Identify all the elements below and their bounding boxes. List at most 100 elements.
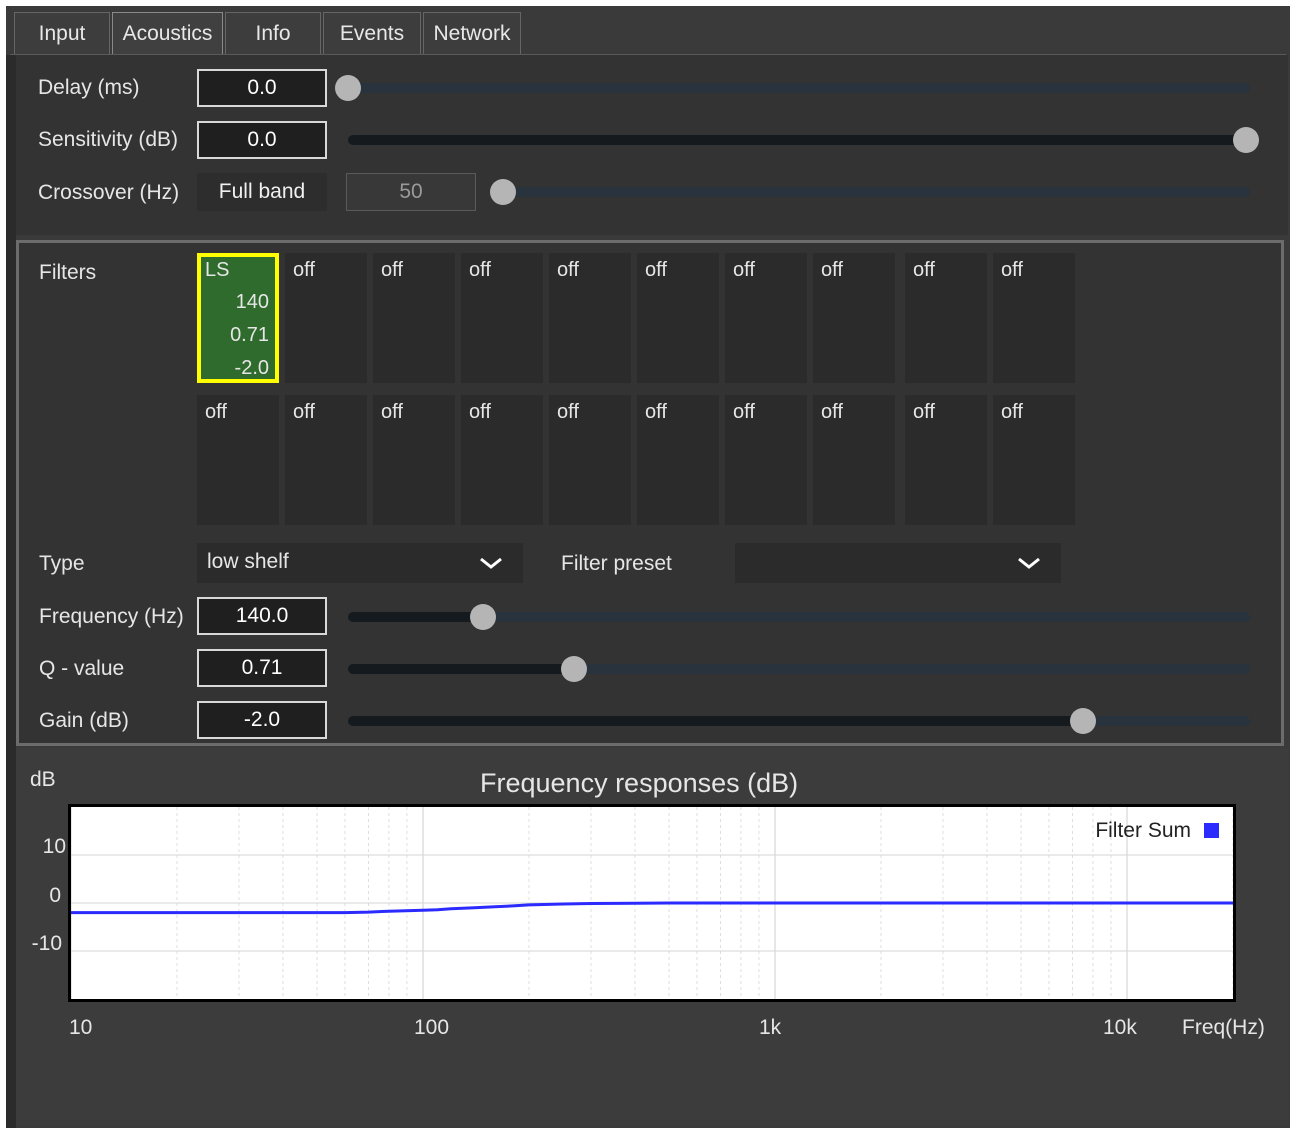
filter-slot-label: off bbox=[381, 401, 403, 423]
q-slider[interactable] bbox=[348, 656, 1250, 682]
delay-input[interactable]: 0.0 bbox=[197, 69, 327, 107]
filter-slot-off[interactable]: off bbox=[905, 253, 987, 383]
filter-slot-label: off bbox=[645, 259, 667, 281]
frequency-slider[interactable] bbox=[348, 604, 1250, 630]
filter-slot-label: off bbox=[821, 259, 843, 281]
delay-label: Delay (ms) bbox=[38, 76, 140, 99]
filter-slot-off[interactable]: off bbox=[197, 395, 279, 525]
gain-slider[interactable] bbox=[348, 708, 1250, 734]
filter-slot-label: off bbox=[733, 259, 755, 281]
sensitivity-slider-fill bbox=[348, 135, 1246, 145]
filter-slot-label: off bbox=[293, 401, 315, 423]
filter-slot-label: off bbox=[469, 401, 491, 423]
plot-area: Filter Sum bbox=[68, 804, 1236, 1002]
q-input[interactable]: 0.71 bbox=[197, 649, 327, 687]
type-label: Type bbox=[39, 552, 85, 575]
frequency-slider-thumb[interactable] bbox=[470, 604, 497, 630]
filter-q: 0.71 bbox=[230, 324, 269, 346]
filter-slot-off[interactable]: off bbox=[993, 253, 1075, 383]
chart-panel: dB Frequency responses (dB) Filter Sum 1… bbox=[16, 748, 1288, 1126]
filter-slot-1-selected[interactable]: LS 140 0.71 -2.0 bbox=[197, 253, 279, 383]
q-slider-fill bbox=[348, 664, 574, 674]
x-tick-label: 1k bbox=[759, 1016, 782, 1039]
gain-slider-thumb[interactable] bbox=[1070, 708, 1097, 734]
filters-panel: Filters LS 140 0.71 -2.0 off off off off off… bbox=[16, 240, 1284, 746]
filter-slot-label: off bbox=[913, 259, 935, 281]
tab-bar: Input Acoustics Info Events Network bbox=[10, 6, 1286, 55]
filter-slot-label: off bbox=[733, 401, 755, 423]
filter-slot-label: off bbox=[1001, 401, 1023, 423]
filter-slot-off[interactable]: off bbox=[993, 395, 1075, 525]
filters-label: Filters bbox=[39, 261, 97, 284]
filter-slot-off[interactable]: off bbox=[549, 395, 631, 525]
sensitivity-label: Sensitivity (dB) bbox=[38, 128, 179, 151]
tab-input[interactable]: Input bbox=[14, 12, 110, 54]
sensitivity-slider-thumb[interactable] bbox=[1233, 127, 1259, 153]
frequency-input[interactable]: 140.0 bbox=[197, 597, 327, 635]
q-label: Q - value bbox=[39, 657, 125, 680]
filter-slot-off[interactable]: off bbox=[725, 253, 807, 383]
frequency-label: Frequency (Hz) bbox=[39, 605, 184, 628]
filter-slot-off[interactable]: off bbox=[461, 253, 543, 383]
filter-slot-label: off bbox=[381, 259, 403, 281]
type-dropdown[interactable]: low shelf bbox=[197, 543, 523, 583]
sensitivity-slider[interactable] bbox=[348, 127, 1259, 153]
y-tick-label: 0 bbox=[49, 884, 61, 907]
full-band-button[interactable]: Full band bbox=[197, 173, 327, 211]
x-axis-label: Freq(Hz) bbox=[1182, 1016, 1265, 1039]
legend-label: Filter Sum bbox=[1095, 819, 1191, 842]
filter-slot-label: off bbox=[205, 401, 227, 423]
filter-slot-off[interactable]: off bbox=[461, 395, 543, 525]
filter-slot-label: off bbox=[913, 401, 935, 423]
gain-slider-fill bbox=[348, 716, 1084, 726]
filter-gain: -2.0 bbox=[234, 357, 269, 379]
window-edge bbox=[6, 55, 16, 1128]
frequency-slider-fill bbox=[348, 612, 484, 622]
crossover-input: 50 bbox=[346, 173, 476, 211]
filter-slot-label: off bbox=[293, 259, 315, 281]
type-dropdown-value: low shelf bbox=[207, 550, 289, 573]
filter-slot-off[interactable]: off bbox=[373, 253, 455, 383]
gain-input[interactable]: -2.0 bbox=[197, 701, 327, 739]
y-tick-label: -10 bbox=[31, 932, 62, 955]
chart-title: Frequency responses (dB) bbox=[480, 768, 799, 798]
tab-info[interactable]: Info bbox=[225, 12, 321, 54]
tab-network[interactable]: Network bbox=[423, 12, 521, 54]
filter-slot-label: off bbox=[1001, 259, 1023, 281]
filter-slot-off[interactable]: off bbox=[637, 395, 719, 525]
filter-slot-off[interactable]: off bbox=[637, 253, 719, 383]
x-tick-label: 10 bbox=[69, 1016, 93, 1039]
sensitivity-input[interactable]: 0.0 bbox=[197, 121, 327, 159]
crossover-slider-thumb[interactable] bbox=[490, 179, 516, 205]
filter-slot-label: off bbox=[557, 259, 579, 281]
filter-slot-off[interactable]: off bbox=[549, 253, 631, 383]
filter-slot-off[interactable]: off bbox=[285, 395, 367, 525]
filter-freq: 140 bbox=[235, 291, 269, 313]
y-tick-label: 10 bbox=[42, 835, 66, 858]
general-panel: Delay (ms) 0.0 Sensitivity (dB) 0.0 Cros… bbox=[16, 55, 1288, 235]
filter-type-code: LS bbox=[205, 259, 230, 281]
crossover-label: Crossover (Hz) bbox=[38, 181, 180, 204]
filter-slot-off[interactable]: off bbox=[905, 395, 987, 525]
filter-slot-label: off bbox=[645, 401, 667, 423]
crossover-slider[interactable] bbox=[490, 179, 1250, 205]
x-tick-label: 100 bbox=[414, 1016, 450, 1039]
response-chart bbox=[71, 807, 1233, 999]
filter-slot-off[interactable]: off bbox=[813, 395, 895, 525]
filter-slot-off[interactable]: off bbox=[725, 395, 807, 525]
filter-preset-dropdown[interactable] bbox=[735, 543, 1061, 583]
filter-slot-off[interactable]: off bbox=[285, 253, 367, 383]
filter-slot-off[interactable]: off bbox=[373, 395, 455, 525]
legend-swatch bbox=[1204, 823, 1219, 838]
tab-events[interactable]: Events bbox=[323, 12, 421, 54]
x-tick-label: 10k bbox=[1103, 1016, 1137, 1039]
filter-slot-off[interactable]: off bbox=[813, 253, 895, 383]
y-axis-label: dB bbox=[30, 768, 56, 791]
q-slider-thumb[interactable] bbox=[560, 656, 587, 682]
filter-slot-label: off bbox=[469, 259, 491, 281]
delay-slider-thumb[interactable] bbox=[335, 75, 361, 101]
chevron-down-icon bbox=[480, 557, 502, 569]
chevron-down-icon bbox=[1018, 557, 1040, 569]
tab-acoustics[interactable]: Acoustics bbox=[112, 12, 223, 54]
delay-slider[interactable] bbox=[335, 75, 1250, 101]
